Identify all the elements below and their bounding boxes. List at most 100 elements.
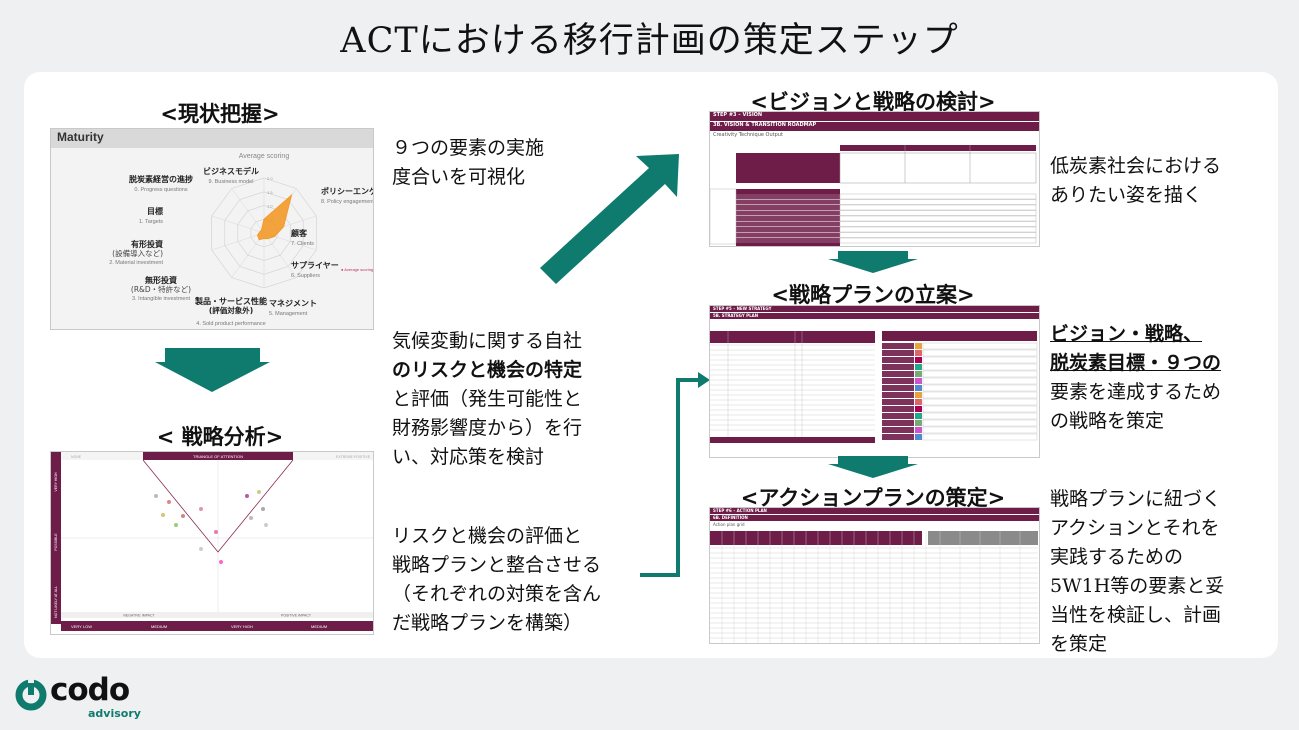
radar-label-ja: ポリシーエンゲージメント: [321, 186, 373, 196]
risk-point: [264, 523, 268, 527]
radar-axis-label: 有形投資(設備導入など) 2. Material investment: [109, 239, 163, 266]
sheet-head: Creativity Technique Output: [713, 132, 783, 138]
logo-mark-icon: [15, 678, 47, 711]
risk-point: [199, 507, 203, 511]
matrix-bottom-label: MEDIUM: [151, 624, 167, 629]
desc-bold: 脱炭素目標・９つの: [1050, 352, 1222, 374]
desc-line: （それぞれの対策を含ん: [392, 583, 602, 605]
radar-label-en: 9. Business model: [209, 179, 254, 185]
desc-line: と評価（発生可能性と: [392, 388, 583, 410]
radar-label-ja2: (設備導入など): [112, 248, 163, 258]
matrix-corner-label: EXTREME POSITIVE: [336, 455, 371, 459]
radar-label-en: 3. Intangible investment: [132, 296, 191, 302]
radar-label-en: 7. Clients: [291, 241, 314, 247]
matrix-x-label: POSITIVE IMPACT: [281, 614, 312, 618]
desc-line: アクションとそれを: [1050, 517, 1220, 539]
current-state-desc: ９つの要素の実施 度合いを可視化: [392, 134, 544, 192]
risk-point: [249, 516, 253, 520]
risk-point: [181, 514, 185, 518]
desc-line: 戦略プランに紐づく: [1050, 488, 1222, 510]
desc-line: だ戦略プランを構築）: [392, 612, 583, 634]
risk-point: [161, 513, 165, 517]
desc-line: 5W1H等の要素と妥: [1050, 575, 1225, 597]
strategy-sheet-thumbnail: STEP #5 – NEW STRATEGY 5B. STRATEGY PLAN: [709, 305, 1040, 458]
maturity-radar-thumbnail: Maturity Average scoring0.51.01.52.0● Av…: [50, 128, 374, 330]
vision-desc: 低炭素社会における ありたい姿を描く: [1050, 152, 1221, 210]
radar-axis-label: 無形投資(R&D・特許など) 3. Intangible investment: [131, 275, 191, 302]
vision-sheet-thumbnail: STEP #3 – VISION 3B. VISION & TRANSITION…: [709, 111, 1040, 247]
risk-point: [167, 500, 171, 504]
radar-spoke: [231, 188, 265, 234]
matrix-title: TRIANGLE OF ATTENTION: [193, 454, 243, 459]
matrix-corner-label: NONE: [71, 455, 82, 459]
arrow-down-icon: [828, 251, 918, 273]
radar-label-ja: 顧客: [291, 228, 308, 238]
page-title: ACTにおける移行計画の策定ステップ: [340, 21, 959, 61]
desc-line: 当性を検証し、計画: [1050, 604, 1222, 626]
analysis-desc-1: 気候変動に関する自社 のリスクと機会の特定 と評価（発生可能性と 財務影響度から…: [392, 327, 632, 472]
radar-label-ja: 無形投資: [145, 275, 177, 285]
desc-line: 気候変動に関する自社: [392, 330, 583, 352]
arrow-elbow-icon: [640, 372, 710, 577]
matrix-bottom-label: VERY HIGH: [231, 624, 253, 629]
sheet-step: STEP #6 – ACTION PLAN: [710, 508, 1039, 514]
radar-subtitle: Average scoring: [239, 153, 290, 160]
matrix-y-label: POSSIBLE: [54, 533, 58, 551]
radar-label-ja: マネジメント: [269, 298, 317, 308]
desc-line: 低炭素社会における: [1050, 155, 1222, 177]
radar-label-ja: 有形投資: [131, 239, 163, 249]
radar-label-en: 8. Policy engagement: [321, 199, 373, 205]
desc-line: 財務影響度から）を行: [392, 417, 583, 439]
sheet-sub: 3B. VISION & TRANSITION ROADMAP: [710, 122, 1039, 131]
radar-axis-label: 製品・サービス性能(評価対象外) 4. Sold product performa…: [194, 296, 267, 327]
radar-spoke: [263, 232, 297, 278]
radar-label-ja: 製品・サービス性能: [194, 296, 267, 306]
desc-line: ありたい姿を描く: [1050, 184, 1203, 206]
desc-line: 要素を達成するため: [1050, 381, 1222, 403]
risk-point: [199, 547, 203, 551]
arrow-down-icon: [155, 348, 270, 392]
matrix-x-label: NEGATIVE IMPACT: [123, 614, 155, 618]
radar-axis-label: ビジネスモデル 9. Business model: [203, 166, 259, 185]
desc-line: リスクと機会の評価と: [392, 525, 583, 547]
radar-label-ja: 脱炭素経営の進捗: [129, 174, 193, 184]
desc-bold: のリスクと機会の特定: [392, 359, 583, 381]
radar-label-ja2: (評価対象外): [209, 305, 253, 315]
strategy-sheet-grid: [710, 331, 1038, 443]
radar-axis-label: 脱炭素経営の進捗 0. Progress questions: [129, 174, 193, 193]
radar-label-en: 0. Progress questions: [134, 187, 187, 193]
radar-legend: ● Average scoring: [341, 267, 373, 272]
logo-name: codo: [50, 672, 130, 708]
risk-point: [261, 507, 265, 511]
radar-label-ja: サプライヤー: [291, 260, 339, 270]
radar-series: [256, 193, 293, 241]
desc-line: ９つの要素の実施: [392, 137, 545, 159]
desc-bold: ビジョン・戦略、: [1050, 323, 1203, 345]
radar-tick: 2.0: [267, 176, 273, 181]
vision-sheet-grid: [710, 145, 1037, 246]
radar-axis-label: ポリシーエンゲージメント 8. Policy engagement: [321, 186, 373, 205]
desc-line: 脱炭素目標・９つの: [1050, 349, 1270, 378]
sheet-head: Action plan grid: [713, 522, 745, 527]
arrow-up-right-icon: [540, 154, 679, 284]
risk-point: [154, 494, 158, 498]
risk-matrix-thumbnail: TRIANGLE OF ATTENTION NONE EXTREME POSITIV…: [50, 451, 374, 635]
radar-tick: 1.5: [267, 190, 273, 195]
desc-line: 戦略プランと整合させる: [392, 554, 602, 576]
desc-line: い、対応策を検討: [392, 446, 545, 468]
radar-label-ja2: (R&D・特許など): [131, 284, 191, 294]
radar-axis-label: 顧客 7. Clients: [291, 228, 314, 247]
logo-sub: advisory: [88, 707, 141, 720]
desc-line: を策定: [1050, 633, 1108, 655]
radar-chart: Average scoring0.51.01.52.0● Average sco…: [109, 153, 373, 327]
risk-point: [174, 523, 178, 527]
radar-label-en: 5. Management: [269, 311, 308, 317]
action-desc: 戦略プランに紐づく アクションとそれを 実践するための 5W1H等の要素と妥 当…: [1050, 485, 1270, 659]
radar-label-en: 1. Targets: [139, 219, 163, 225]
sheet-step: STEP #3 – VISION: [710, 112, 1039, 121]
arrow-down-icon: [828, 456, 918, 478]
matrix-y-label: VERY HIGH: [54, 472, 58, 492]
radar-label-ja: ビジネスモデル: [203, 166, 259, 176]
current-state-heading: <現状把握>: [160, 102, 280, 126]
sheet-step: STEP #5 – NEW STRATEGY: [710, 306, 1039, 312]
